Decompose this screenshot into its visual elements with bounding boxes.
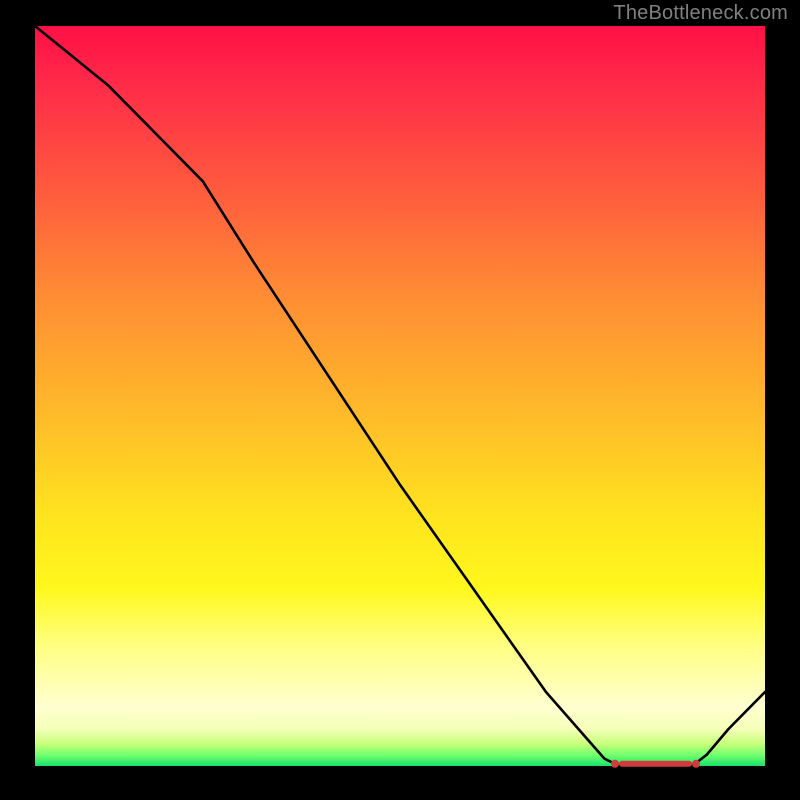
chart-line-layer — [35, 26, 765, 766]
marker-dot-1 — [692, 760, 700, 768]
watermark-text: TheBottleneck.com — [613, 2, 788, 25]
chart-markers-flat-segment — [611, 760, 700, 768]
marker-dot-0 — [611, 760, 619, 768]
chart-frame: TheBottleneck.com — [0, 0, 800, 800]
chart-series-curve — [35, 26, 765, 766]
marker-bar — [619, 761, 692, 767]
